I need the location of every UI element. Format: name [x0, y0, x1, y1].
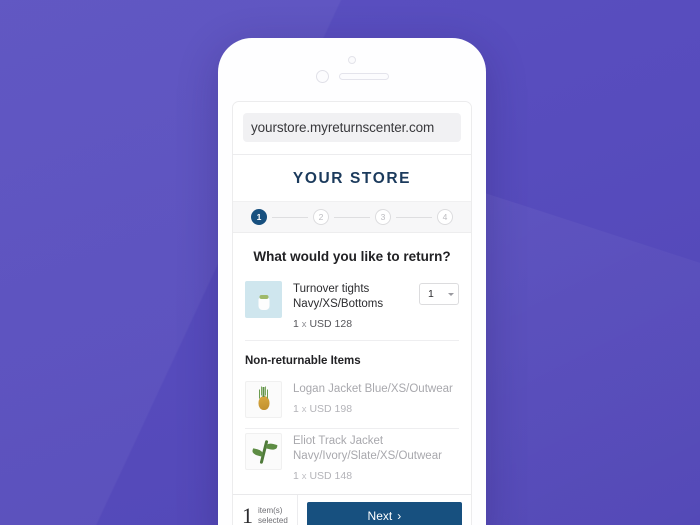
step-2[interactable]: 2 [313, 209, 329, 225]
item-price: 1 x USD 148 [293, 470, 459, 482]
item-name: Eliot Track Jacket Navy/Ivory/Slate/XS/O… [293, 435, 442, 462]
non-returnable-item-row: Eliot Track Jacket Navy/Ivory/Slate/XS/O… [233, 429, 471, 492]
url-input[interactable]: yourstore.myreturnscenter.com [243, 113, 461, 142]
sensor-dot-icon [348, 56, 356, 64]
non-returnable-heading: Non-returnable Items [245, 355, 361, 367]
item-price: 1 x USD 198 [293, 403, 459, 415]
tights-art-icon [258, 295, 269, 310]
chevron-right-icon: › [397, 509, 402, 523]
item-price-multiplier: x [301, 319, 307, 330]
item-qty: 1 [293, 470, 299, 482]
non-returnable-item-info: Logan Jacket Blue/XS/Outwear 1 x USD 198 [282, 381, 459, 415]
phone-screen: yourstore.myreturnscenter.com YOUR STORE… [232, 101, 472, 525]
chevron-down-icon [448, 292, 454, 296]
tights-thumbnail [245, 281, 282, 318]
quantity-value: 1 [428, 288, 434, 300]
step-indicator: 1 2 3 4 [233, 201, 471, 233]
step-3[interactable]: 3 [375, 209, 391, 225]
item-price-value: USD 198 [309, 403, 353, 415]
pineapple-art-icon [258, 396, 269, 410]
plant-thumbnail [245, 433, 282, 470]
quantity-select[interactable]: 1 [419, 283, 459, 305]
item-name: Turnover tights Navy/XS/Bottoms [293, 283, 384, 310]
next-button[interactable]: Next › [306, 501, 462, 525]
item-price-value: USD 128 [309, 318, 353, 330]
non-returnable-item-row: Logan Jacket Blue/XS/Outwear 1 x USD 198 [233, 377, 471, 428]
browser-address-bar: yourstore.myreturnscenter.com [233, 102, 471, 155]
item-qty: 1 [293, 403, 299, 415]
step-connector-2 [334, 216, 370, 218]
question-heading: What would you like to return? [253, 249, 451, 264]
selected-count-label: item(s) selected [258, 506, 288, 525]
selected-count-number: 1 [242, 503, 253, 525]
item-price: 1 x USD 128 [293, 318, 419, 330]
return-content: What would you like to return? Turnover … [233, 233, 471, 525]
returnable-item-row[interactable]: Turnover tights Navy/XS/Bottoms 1 x USD … [233, 277, 471, 340]
plant-art-icon [259, 439, 268, 464]
step-1[interactable]: 1 [251, 209, 267, 225]
step-4[interactable]: 4 [437, 209, 453, 225]
selected-label-line1: item(s) [258, 506, 283, 515]
phone-mockup: yourstore.myreturnscenter.com YOUR STORE… [218, 38, 486, 525]
item-price-multiplier: x [301, 471, 307, 482]
speaker-grill-icon [338, 73, 389, 80]
pineapple-thumbnail [245, 381, 282, 418]
returnable-item-info: Turnover tights Navy/XS/Bottoms 1 x USD … [282, 281, 419, 330]
non-returnable-item-info: Eliot Track Jacket Navy/Ivory/Slate/XS/O… [282, 433, 459, 482]
item-price-value: USD 148 [309, 470, 353, 482]
store-header: YOUR STORE [233, 155, 471, 201]
step-connector-3 [396, 216, 432, 218]
phone-top-hardware [218, 70, 486, 83]
step-connector-1 [272, 216, 308, 218]
selected-label-line2: selected [258, 516, 288, 525]
next-button-label: Next [367, 509, 393, 523]
camera-icon [315, 70, 329, 83]
item-price-multiplier: x [301, 404, 307, 415]
item-name: Logan Jacket Blue/XS/Outwear [293, 383, 453, 395]
footer-action-bar: 1 item(s) selected Next › [233, 494, 471, 525]
selected-count-group: 1 item(s) selected [242, 495, 298, 525]
item-qty: 1 [293, 318, 299, 330]
page-title: YOUR STORE [292, 170, 412, 187]
